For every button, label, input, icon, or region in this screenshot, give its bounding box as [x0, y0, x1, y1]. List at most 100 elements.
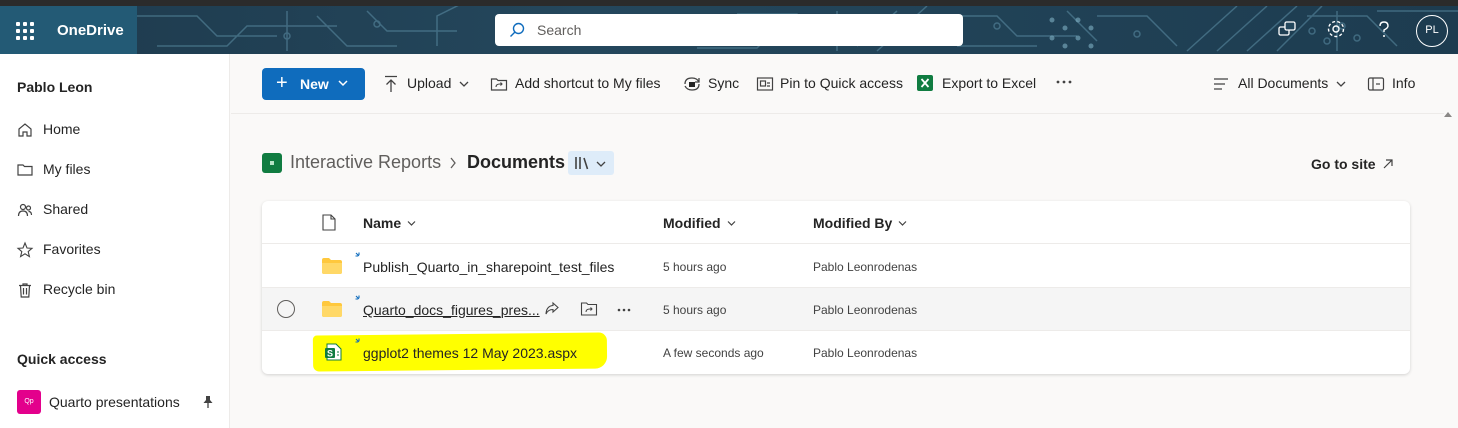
view-selector-label: All Documents [1238, 75, 1329, 91]
settings-gear-icon[interactable] [1325, 18, 1347, 40]
breadcrumb-site[interactable]: Interactive Reports [290, 152, 441, 173]
user-name: Pablo Leon [17, 79, 93, 95]
chevron-right-icon [450, 157, 456, 169]
trash-icon [19, 283, 31, 298]
file-name[interactable]: ggplot2 themes 12 May 2023.aspx [363, 345, 577, 361]
file-modified: A few seconds ago [663, 346, 764, 360]
app-name[interactable]: OneDrive [57, 22, 124, 39]
pin-icon[interactable] [202, 395, 214, 409]
top-bar: OneDrive PL [0, 0, 1458, 54]
new-item-icon [355, 338, 360, 343]
share-icon[interactable] [544, 301, 560, 317]
table-row[interactable]: Quarto_docs_figures_pres... 5 hours ago … [262, 288, 1410, 331]
pin-quick-access-button[interactable]: Pin to Quick access [756, 74, 903, 94]
nav-item-label: Home [43, 121, 81, 137]
file-modified-by[interactable]: Pablo Leonrodenas [813, 303, 917, 317]
upload-label: Upload [407, 75, 452, 91]
column-header-modified[interactable]: Modified [663, 215, 736, 231]
file-modified-by[interactable]: Pablo Leonrodenas [813, 346, 917, 360]
sharepoint-page-icon: S [325, 343, 342, 361]
sync-icon [684, 77, 700, 91]
nav-item-label: Shared [43, 201, 89, 217]
file-modified: 5 hours ago [663, 260, 727, 274]
file-type-icon[interactable] [322, 214, 336, 231]
list-view-icon [1214, 78, 1228, 90]
search-input[interactable] [537, 20, 937, 40]
user-avatar[interactable]: PL [1416, 15, 1448, 47]
main-content: + New Upload Add shortcut to My files Sy… [231, 54, 1458, 428]
view-selector[interactable]: All Documents [1212, 74, 1347, 94]
file-modified-by[interactable]: Pablo Leonrodenas [813, 260, 917, 274]
command-bar: + New Upload Add shortcut to My files Sy… [231, 54, 1444, 114]
sync-button[interactable]: Sync [683, 74, 741, 94]
export-excel-label: Export to Excel [942, 75, 1037, 91]
svg-text:S: S [327, 349, 333, 359]
breadcrumb-current: Documents [467, 152, 566, 172]
excel-icon [917, 75, 933, 91]
go-to-site-link[interactable]: Go to site [1311, 156, 1394, 172]
row-select-radio[interactable] [277, 300, 295, 318]
upload-button[interactable]: Upload [383, 74, 471, 94]
quick-access-title: Quick access [17, 351, 107, 367]
app-launcher-icon[interactable] [16, 22, 34, 40]
star-icon [16, 241, 34, 258]
info-button[interactable]: Info [1367, 74, 1417, 94]
new-item-icon [355, 295, 360, 300]
sync-label: Sync [708, 75, 740, 91]
pin-board-icon [756, 77, 774, 91]
arrow-up-right-icon [1383, 159, 1393, 169]
new-item-icon [355, 252, 360, 257]
add-shortcut-button[interactable]: Add shortcut to My files [490, 74, 668, 94]
scroll-up-arrow[interactable] [1444, 112, 1452, 117]
nav-item-recycle-bin[interactable]: Recycle bin [0, 272, 229, 308]
nav-item-home[interactable]: Home [0, 112, 229, 148]
column-header-modified-by[interactable]: Modified By [813, 215, 907, 231]
chevron-down-icon [727, 221, 735, 226]
people-icon [17, 203, 33, 217]
quick-access-label: Quarto presentations [49, 394, 180, 410]
column-modified-label: Modified [663, 215, 721, 231]
chevron-down-icon [596, 161, 606, 167]
list-header: Name Modified Modified By [262, 201, 1410, 244]
file-list: Name Modified Modified By Publish_Quarto… [262, 201, 1410, 374]
column-header-name[interactable]: Name [363, 215, 416, 231]
library-icon [575, 157, 589, 170]
nav-item-shared[interactable]: Shared [0, 192, 229, 228]
folder-shortcut-icon [490, 78, 508, 91]
chevron-down-icon [1336, 81, 1346, 87]
new-button[interactable]: + New [262, 68, 365, 100]
folder-icon [17, 164, 33, 176]
feedback-icon[interactable] [1276, 18, 1298, 40]
file-modified: 5 hours ago [663, 303, 727, 317]
folder-icon [322, 258, 342, 274]
file-name[interactable]: Quarto_docs_figures_pres... [363, 302, 540, 318]
search-box[interactable] [495, 14, 963, 46]
nav-item-label: Favorites [43, 241, 101, 257]
chevron-down-icon [407, 221, 416, 226]
table-row[interactable]: Publish_Quarto_in_sharepoint_test_files … [262, 245, 1410, 288]
quick-access-item[interactable]: Qp Quarto presentations [0, 384, 229, 420]
more-icon[interactable] [617, 308, 631, 312]
folder-shortcut-icon[interactable] [580, 301, 598, 317]
chevron-down-icon [459, 81, 469, 87]
help-icon[interactable] [1373, 18, 1395, 40]
export-excel-button[interactable]: Export to Excel [917, 74, 1037, 94]
go-to-site-label: Go to site [1311, 156, 1376, 172]
more-icon [1056, 80, 1072, 84]
chevron-down-icon [338, 80, 348, 87]
search-icon [510, 22, 525, 37]
pin-quick-access-label: Pin to Quick access [780, 75, 903, 91]
site-badge: Qp [17, 390, 41, 414]
nav-item-label: Recycle bin [43, 281, 116, 297]
nav-item-favorites[interactable]: Favorites [0, 232, 229, 268]
column-modified-by-label: Modified By [813, 215, 893, 231]
plus-icon: + [276, 72, 288, 94]
folder-icon [322, 301, 342, 317]
home-icon [18, 123, 32, 137]
file-name[interactable]: Publish_Quarto_in_sharepoint_test_files [363, 259, 614, 275]
table-row[interactable]: S ggplot2 themes 12 May 2023.aspx A few … [262, 331, 1410, 374]
more-actions-button[interactable] [1056, 74, 1076, 94]
nav-item-my-files[interactable]: My files [0, 152, 229, 188]
library-options-button[interactable] [568, 151, 614, 175]
nav-item-label: My files [43, 161, 91, 177]
